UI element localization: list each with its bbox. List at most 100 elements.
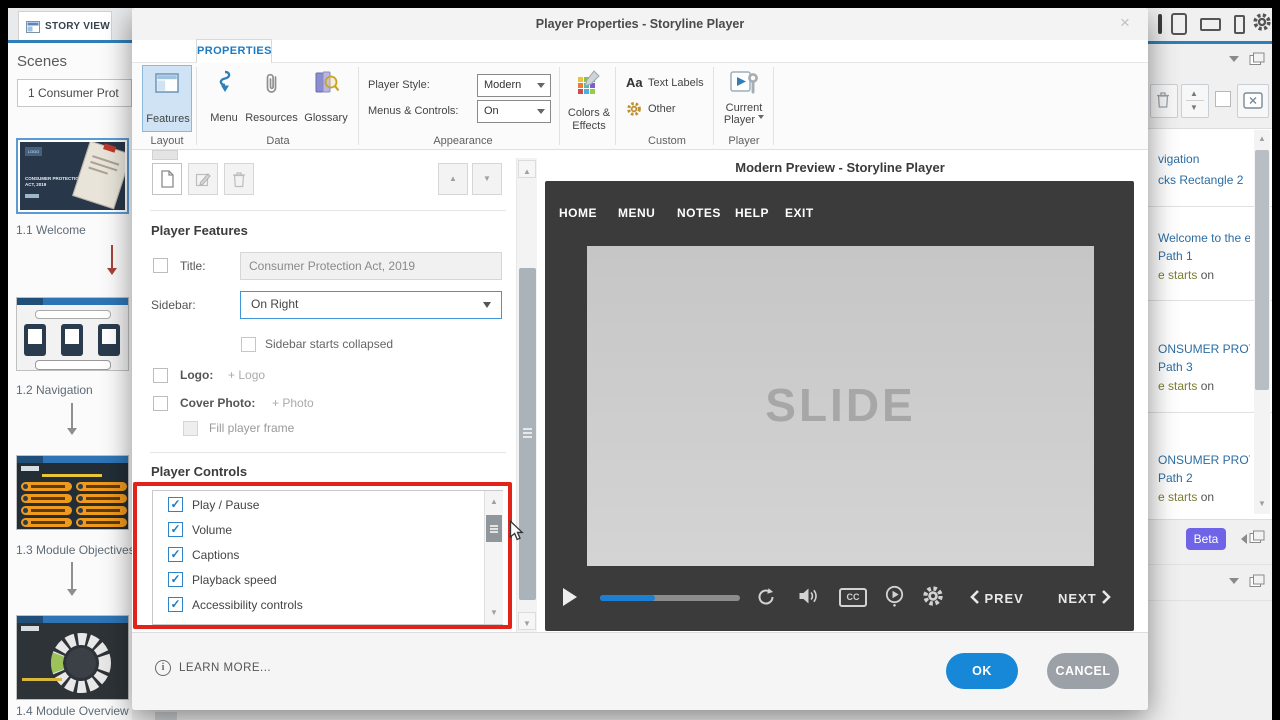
slide-label[interactable]: 1.3 Module Objectives [16, 543, 135, 557]
player-controls-heading: Player Controls [151, 464, 247, 479]
laptop-icon[interactable] [1158, 14, 1162, 34]
add-photo-link[interactable]: + Photo [272, 396, 314, 410]
cancel-button[interactable]: CANCEL [1047, 653, 1119, 689]
panel-icon[interactable] [1249, 52, 1265, 66]
nav-exit[interactable]: EXIT [785, 206, 814, 220]
blank-checkbox[interactable] [1215, 91, 1231, 107]
glossary-button[interactable]: Glossary [300, 65, 352, 132]
move-down-button[interactable]: ▼ [472, 163, 502, 195]
edit-item-icon [195, 171, 211, 187]
delete-item-button[interactable] [224, 163, 254, 195]
slide-thumb-navigation[interactable] [16, 297, 129, 371]
dropdown-caret-icon[interactable] [1229, 578, 1239, 589]
collapse-left-icon[interactable] [1236, 534, 1247, 544]
current-player-button[interactable]: Current Player [720, 65, 768, 132]
delete-trigger-button[interactable] [1150, 84, 1178, 118]
settings-gear-icon[interactable] [922, 585, 944, 607]
panel-icon[interactable] [1249, 530, 1265, 544]
add-logo-link[interactable]: + Logo [228, 368, 265, 382]
menus-controls-dropdown[interactable]: On [477, 100, 551, 123]
replay-icon[interactable] [756, 586, 776, 608]
new-item-button[interactable] [152, 163, 182, 195]
slide-label[interactable]: 1.4 Module Overview [16, 704, 129, 718]
logo-checkbox[interactable] [153, 368, 168, 383]
scrollbar-thumb[interactable] [1255, 150, 1269, 390]
slide-thumb-welcome[interactable]: LOGO CONSUMER PROTECTION ACT, 2019 [16, 138, 129, 214]
trigger-text[interactable]: Path 1 [1158, 249, 1250, 263]
scrollbar-thumb[interactable] [519, 268, 536, 600]
dropdown-caret-icon[interactable] [1229, 56, 1239, 67]
trigger-text[interactable]: e starts on [1158, 268, 1250, 282]
trigger-text[interactable]: vigation [1158, 152, 1250, 166]
slide-thumb-objectives[interactable] [16, 455, 129, 530]
scroll-up-button[interactable]: ▲ [518, 160, 536, 178]
sidebar-collapsed-checkbox[interactable] [241, 337, 256, 352]
prev-button[interactable]: PREV [969, 589, 1024, 608]
features-button[interactable]: Features [142, 65, 192, 132]
resources-button[interactable]: Resources [244, 65, 299, 132]
scroll-up-icon: ▲ [1258, 135, 1266, 143]
nav-menu[interactable]: MENU [618, 206, 655, 220]
ok-button[interactable]: OK [946, 653, 1018, 689]
dialog-titlebar[interactable]: Player Properties - Storyline Player × [132, 8, 1148, 40]
trigger-text[interactable]: ONSUMER PROT... [1158, 342, 1250, 356]
other-button[interactable]: Other [626, 101, 726, 119]
thumb-header-bar [17, 456, 128, 463]
paperclip-icon [263, 70, 281, 98]
new-item-icon [160, 170, 174, 188]
prev-chevron-icon [969, 589, 980, 605]
tablet-landscape-icon[interactable] [1200, 18, 1221, 31]
edit-item-button[interactable] [188, 163, 218, 195]
sidebar-position-dropdown[interactable]: On Right [240, 291, 502, 319]
volume-icon[interactable] [798, 587, 818, 605]
trash-icon [1156, 91, 1170, 109]
cover-photo-checkbox[interactable] [153, 396, 168, 411]
trigger-text[interactable]: cks Rectangle 2 [1158, 173, 1250, 187]
trigger-text[interactable]: Welcome to the e... [1158, 231, 1250, 245]
trigger-text[interactable]: e starts on [1158, 379, 1250, 393]
slide-label[interactable]: 1.1 Welcome [16, 223, 86, 237]
reorder-trigger-spinner[interactable]: ▲ ▼ [1181, 84, 1209, 118]
play-icon[interactable] [563, 588, 577, 606]
tablet-portrait-icon[interactable] [1171, 13, 1187, 35]
panel-scrollbar[interactable]: ▲ ▼ [516, 158, 537, 632]
sidebar-collapsed-label: Sidebar starts collapsed [265, 337, 393, 351]
trigger-text[interactable]: Path 3 [1158, 360, 1250, 374]
beta-badge: Beta [1186, 528, 1226, 550]
dialog-footer: LEARN MORE... OK CANCEL [132, 632, 1148, 710]
scroll-down-button[interactable]: ▼ [518, 612, 536, 630]
title-input[interactable] [240, 252, 502, 280]
trigger-text[interactable]: Path 2 [1158, 471, 1250, 485]
next-button[interactable]: NEXT [1058, 589, 1112, 608]
trigger-text[interactable]: ONSUMER PROT... [1158, 453, 1250, 467]
captions-icon[interactable]: CC [839, 588, 867, 607]
panel-icon[interactable] [1249, 574, 1265, 588]
playback-speed-icon[interactable] [884, 585, 905, 608]
move-down-icon: ▼ [1190, 104, 1198, 112]
phone-icon[interactable] [1234, 15, 1245, 34]
seekbar[interactable] [600, 595, 740, 601]
triggers-scrollbar[interactable]: ▲ ▼ [1254, 130, 1270, 514]
menu-button[interactable]: Menu [204, 65, 244, 132]
slide-thumb-overview[interactable] [16, 615, 129, 700]
player-features-heading: Player Features [151, 223, 248, 238]
scene-selector-dropdown[interactable]: 1 Consumer Prot [17, 79, 132, 107]
player-style-label: Player Style: [368, 79, 430, 91]
title-checkbox[interactable] [153, 258, 168, 273]
tab-story-view[interactable]: STORY VIEW [18, 11, 112, 40]
nav-home[interactable]: HOME [559, 206, 597, 220]
thumb-wheel-diagram [41, 630, 117, 696]
slide-properties-button[interactable] [1237, 84, 1269, 118]
colors-effects-button[interactable]: Colors & Effects [564, 65, 614, 132]
player-style-dropdown[interactable]: Modern [477, 74, 551, 97]
app-gear-icon[interactable] [1252, 12, 1272, 32]
move-up-button[interactable]: ▲ [438, 163, 468, 195]
slide-label[interactable]: 1.2 Navigation [16, 383, 93, 397]
nav-help[interactable]: HELP [735, 206, 769, 220]
tab-properties[interactable]: PROPERTIES [196, 39, 272, 63]
close-icon[interactable]: × [1120, 13, 1130, 33]
nav-notes[interactable]: NOTES [677, 206, 721, 220]
fill-frame-checkbox[interactable] [183, 421, 198, 436]
trigger-text[interactable]: e starts on [1158, 490, 1250, 504]
text-labels-button[interactable]: Aa Text Labels [626, 75, 726, 93]
